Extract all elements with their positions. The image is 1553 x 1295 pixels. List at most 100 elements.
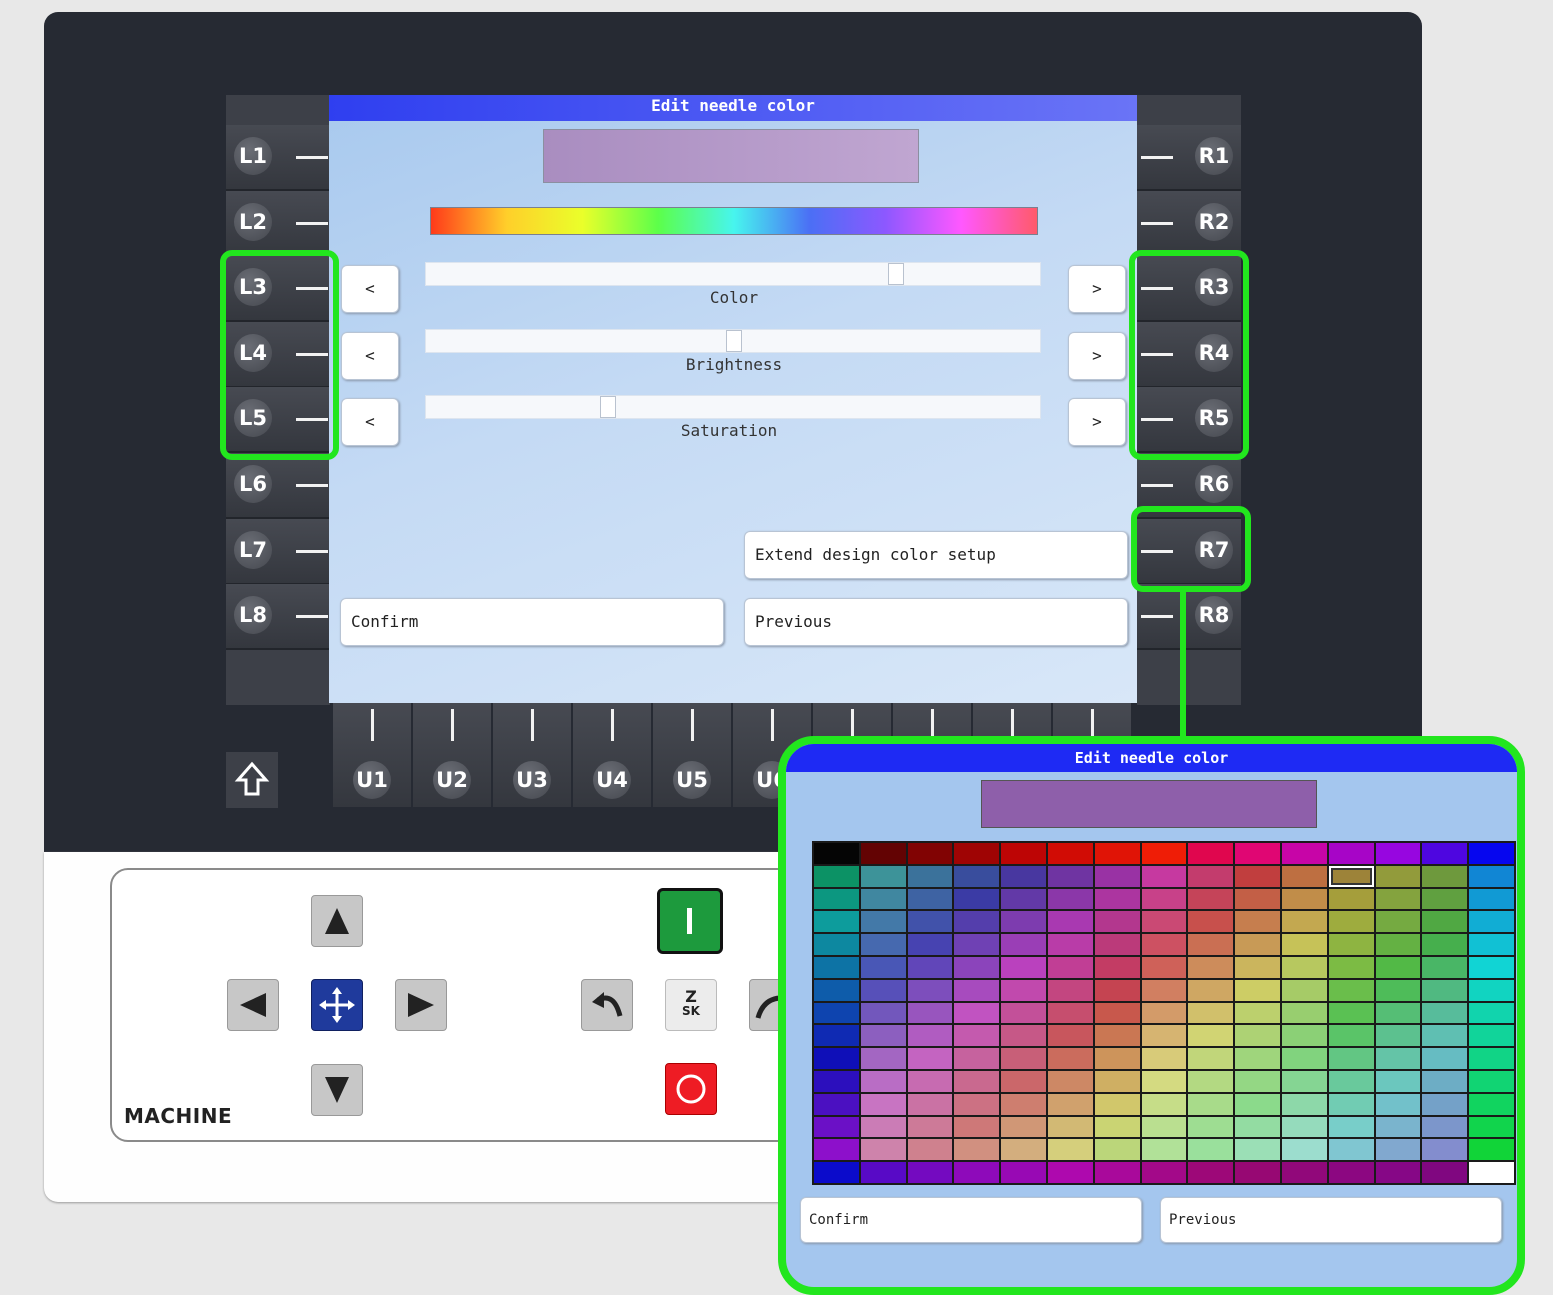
palette-swatch[interactable] (1375, 865, 1421, 887)
palette-swatch[interactable] (907, 888, 953, 910)
palette-swatch[interactable] (1469, 865, 1514, 887)
palette-swatch[interactable] (1094, 1070, 1140, 1092)
palette-swatch[interactable] (1094, 911, 1140, 933)
palette-swatch[interactable] (1422, 1002, 1468, 1024)
palette-swatch[interactable] (907, 1093, 953, 1115)
palette-swatch[interactable] (1001, 888, 1046, 910)
palette-swatch[interactable] (1141, 1070, 1187, 1092)
palette-swatch[interactable] (1001, 1093, 1046, 1115)
palette-swatch[interactable] (1281, 1048, 1327, 1069)
palette-swatch[interactable] (1422, 1025, 1468, 1047)
palette-swatch[interactable] (1328, 1116, 1374, 1138)
palette-swatch[interactable] (954, 1048, 1000, 1069)
palette-swatch[interactable] (907, 1002, 953, 1024)
slider-track[interactable] (425, 395, 1041, 419)
palette-swatch[interactable] (1094, 1025, 1140, 1047)
arrow-down-button[interactable] (311, 1064, 363, 1116)
palette-swatch[interactable] (1235, 979, 1280, 1001)
palette-swatch[interactable] (954, 888, 1000, 910)
palette-swatch[interactable] (1094, 888, 1140, 910)
palette-swatch[interactable] (1375, 843, 1421, 864)
palette-swatch[interactable] (1141, 888, 1187, 910)
palette-swatch[interactable] (1141, 843, 1187, 864)
softkey-u4[interactable]: U4 (573, 703, 651, 807)
palette-swatch[interactable] (1188, 1093, 1234, 1115)
arrow-right-button[interactable] (395, 979, 447, 1031)
palette-swatch[interactable] (1422, 956, 1468, 978)
palette-swatch[interactable] (860, 1002, 906, 1024)
palette-swatch[interactable] (814, 1002, 859, 1024)
palette-swatch[interactable] (1188, 956, 1234, 978)
softkey-r2[interactable]: R2 (1137, 190, 1241, 257)
palette-swatch[interactable] (1047, 843, 1093, 864)
palette-swatch[interactable] (1469, 1025, 1514, 1047)
popup-confirm-button[interactable]: Confirm (800, 1197, 1142, 1243)
palette-swatch[interactable] (814, 979, 859, 1001)
previous-button[interactable]: Previous (744, 598, 1128, 646)
palette-swatch[interactable] (860, 1025, 906, 1047)
palette-swatch[interactable] (1328, 1048, 1374, 1069)
palette-swatch[interactable] (814, 1093, 859, 1115)
palette-swatch[interactable] (1141, 911, 1187, 933)
palette-swatch[interactable] (1235, 865, 1280, 887)
palette-swatch[interactable] (1469, 1048, 1514, 1069)
palette-swatch[interactable] (1281, 1139, 1327, 1161)
palette-swatch[interactable] (1188, 1162, 1234, 1183)
palette-swatch[interactable] (1281, 911, 1327, 933)
palette-swatch[interactable] (1001, 1048, 1046, 1069)
confirm-button[interactable]: Confirm (340, 598, 724, 646)
palette-swatch[interactable] (907, 956, 953, 978)
palette-swatch[interactable] (1188, 888, 1234, 910)
palette-swatch[interactable] (954, 865, 1000, 887)
palette-swatch[interactable] (1281, 979, 1327, 1001)
palette-swatch[interactable] (1328, 843, 1374, 864)
palette-swatch[interactable] (1141, 1162, 1187, 1183)
palette-swatch[interactable] (814, 1139, 859, 1161)
palette-swatch[interactable] (1141, 1116, 1187, 1138)
softkey-l1[interactable]: L1 (226, 125, 330, 191)
palette-swatch[interactable] (1469, 1002, 1514, 1024)
palette-swatch[interactable] (1235, 956, 1280, 978)
palette-swatch[interactable] (954, 1162, 1000, 1183)
zsk-logo-key[interactable]: Z SK (665, 979, 717, 1031)
palette-swatch[interactable] (860, 1162, 906, 1183)
palette-swatch[interactable] (1001, 865, 1046, 887)
palette-swatch[interactable] (1235, 1162, 1280, 1183)
palette-swatch[interactable] (1328, 1139, 1374, 1161)
palette-swatch[interactable] (1188, 1025, 1234, 1047)
palette-swatch[interactable] (1375, 1048, 1421, 1069)
palette-swatch[interactable] (1188, 1002, 1234, 1024)
palette-swatch[interactable] (907, 934, 953, 955)
palette-swatch[interactable] (1047, 1162, 1093, 1183)
palette-swatch[interactable] (1047, 1048, 1093, 1069)
palette-swatch[interactable] (1047, 1093, 1093, 1115)
palette-swatch[interactable] (1001, 1002, 1046, 1024)
palette-swatch[interactable] (1281, 1093, 1327, 1115)
palette-swatch[interactable] (1375, 1116, 1421, 1138)
palette-swatch[interactable] (1375, 1025, 1421, 1047)
palette-swatch[interactable] (1141, 956, 1187, 978)
palette-swatch[interactable] (1094, 1002, 1140, 1024)
softkey-r1[interactable]: R1 (1137, 125, 1241, 191)
palette-swatch[interactable] (1047, 934, 1093, 955)
palette-swatch[interactable] (860, 911, 906, 933)
palette-swatch[interactable] (1188, 911, 1234, 933)
palette-swatch[interactable] (860, 888, 906, 910)
slider-thumb[interactable] (600, 396, 616, 418)
palette-swatch[interactable] (954, 1139, 1000, 1161)
palette-swatch[interactable] (1235, 1002, 1280, 1024)
palette-swatch[interactable] (1188, 843, 1234, 864)
palette-swatch[interactable] (1047, 911, 1093, 933)
palette-swatch[interactable] (1422, 1162, 1468, 1183)
softkey-l8[interactable]: L8 (226, 584, 330, 651)
palette-swatch[interactable] (1235, 1070, 1280, 1092)
palette-swatch[interactable] (1047, 956, 1093, 978)
palette-swatch[interactable] (1469, 911, 1514, 933)
palette-swatch[interactable] (1328, 979, 1374, 1001)
palette-swatch[interactable] (1328, 934, 1374, 955)
palette-swatch[interactable] (1469, 979, 1514, 1001)
palette-swatch[interactable] (1188, 1116, 1234, 1138)
palette-swatch[interactable] (1141, 865, 1187, 887)
palette-swatch[interactable] (907, 1070, 953, 1092)
palette-swatch[interactable] (1375, 911, 1421, 933)
